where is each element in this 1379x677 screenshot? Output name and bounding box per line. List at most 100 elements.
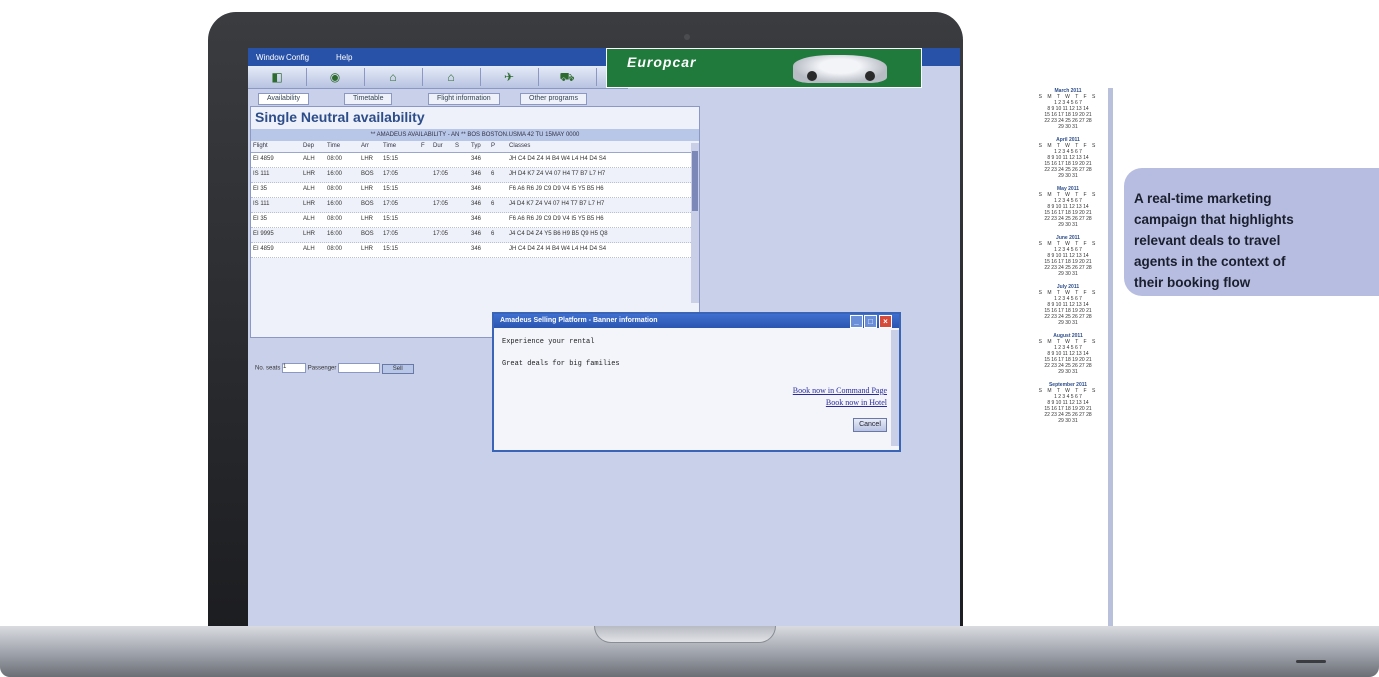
menu-help[interactable]: Help — [336, 53, 352, 62]
table-cell: 6 — [491, 171, 495, 177]
toolbar-home-icon[interactable]: ◧ — [248, 68, 307, 86]
calendar-week[interactable]: 29 30 31 — [1028, 369, 1108, 375]
col-typ: Typ — [471, 143, 481, 149]
col-f: F — [421, 143, 425, 149]
toolbar-house-icon[interactable]: ⌂ — [422, 68, 481, 86]
table-cell: 346 — [471, 201, 482, 207]
popup-title: Amadeus Selling Platform - Banner inform… — [500, 317, 658, 324]
table-row[interactable]: EI 9995 LHR 16:00 BOS 17:05 17:05 346 6 J4 C4 D4… — [251, 228, 691, 243]
popup-line-2: Great deals for big families — [502, 360, 620, 368]
calendar-week[interactable]: 29 30 31 — [1028, 124, 1108, 130]
calendar-month: September 2011 S M T W T F S1 2 3 4 5 6 7… — [1028, 382, 1108, 424]
table-row[interactable]: EI 4859 ALH 08:00 LHR 15:15 346 JH C4 D4 Z4 I4… — [251, 243, 691, 258]
toolbar-hotel-icon[interactable]: ⌂ — [364, 68, 423, 86]
table-cell: LHR — [361, 246, 374, 252]
tab-strip: Availability Timetable Flight informatio… — [258, 93, 618, 105]
callout-text: A real-time marketing campaign that high… — [1134, 191, 1294, 290]
table-row[interactable]: IS 111 LHR 16:00 BOS 17:05 17:05 346 6 J4 D4 K7 … — [251, 198, 691, 213]
col-flight: Flight — [253, 143, 268, 149]
col-dep-time: Time — [327, 143, 341, 149]
laptop-led — [1296, 660, 1326, 663]
screen: Window Config Help ◧ ◉ ⌂ ⌂ ✈ ⛟ Europcar … — [248, 48, 960, 628]
book-hotel-link[interactable]: Book now in Hotel — [826, 398, 887, 407]
table-cell: 17:05 — [383, 231, 399, 237]
table-cell: 16:00 — [327, 231, 343, 237]
table-cell: LHR — [303, 171, 316, 177]
minimize-icon[interactable]: _ — [850, 315, 863, 328]
table-cell: 346 — [471, 186, 482, 192]
tab-flight-information[interactable]: Flight information — [428, 93, 500, 105]
calendar-week[interactable]: 29 30 31 — [1028, 222, 1108, 228]
col-arr: Arr — [361, 143, 369, 149]
menu-config[interactable]: Config — [286, 53, 309, 62]
table-cell: BOS — [361, 201, 374, 207]
table-cell: 16:00 — [327, 171, 343, 177]
seats-input[interactable]: 1 — [282, 363, 307, 373]
car-wheel-icon — [807, 71, 817, 81]
availability-title: Single Neutral availability — [255, 109, 425, 125]
toolbar: ◧ ◉ ⌂ ⌂ ✈ ⛟ — [248, 66, 628, 89]
toolbar-plane-icon[interactable]: ✈ — [480, 68, 539, 86]
table-cell: 15:15 — [383, 216, 399, 222]
calendar-week[interactable]: 29 30 31 — [1028, 271, 1108, 277]
scroll-thumb[interactable] — [692, 151, 698, 211]
table-cell: EI 35 — [253, 216, 268, 222]
tab-other-programs[interactable]: Other programs — [520, 93, 588, 105]
table-cell: BOS — [361, 231, 374, 237]
popup-line-1: Experience your rental — [502, 338, 595, 346]
sell-button[interactable]: Sell — [381, 363, 414, 374]
calendar-month: June 2011 S M T W T F S1 2 3 4 5 6 78 9 1… — [1028, 235, 1108, 277]
book-command-page-link[interactable]: Book now in Command Page — [793, 386, 887, 395]
table-cell: 15:15 — [383, 246, 399, 252]
table-cell: EI 4859 — [253, 246, 274, 252]
table-cell: 346 — [471, 231, 482, 237]
table-row[interactable]: EI 4859 ALH 08:00 LHR 15:15 346 JH C4 D4 Z4 I4… — [251, 153, 691, 168]
toolbar-globe-icon[interactable]: ◉ — [306, 68, 365, 86]
table-cell: 08:00 — [327, 246, 343, 252]
table-cell: 346 — [471, 171, 482, 177]
close-icon[interactable]: × — [879, 315, 892, 328]
table-row[interactable]: EI 35 ALH 08:00 LHR 15:15 346 F6 A6 R6 J9 C9 D… — [251, 183, 691, 198]
availability-rows: EI 4859 ALH 08:00 LHR 15:15 346 JH C4 D4 Z4 I4… — [251, 153, 691, 258]
col-dep: Dep — [303, 143, 315, 149]
availability-scrollbar[interactable] — [691, 143, 699, 303]
cancel-button[interactable]: Cancel — [853, 418, 887, 432]
calendar-month: August 2011 S M T W T F S1 2 3 4 5 6 78 9… — [1028, 333, 1108, 375]
table-cell: 08:00 — [327, 216, 343, 222]
table-cell: 15:15 — [383, 156, 399, 162]
maximize-icon[interactable]: □ — [864, 315, 877, 328]
calendar-month: March 2011 S M T W T F S1 2 3 4 5 6 78 9 … — [1028, 88, 1108, 130]
laptop-notch — [594, 626, 776, 643]
availability-columns: Flight Dep Time Arr Time F Dur S Typ P C… — [251, 143, 699, 153]
europcar-banner[interactable]: Europcar — [606, 48, 922, 88]
toolbar-car-icon[interactable]: ⛟ — [538, 68, 597, 86]
popup-scrollbar[interactable] — [891, 330, 899, 446]
tab-availability[interactable]: Availability — [258, 93, 309, 105]
table-cell: 15:15 — [383, 186, 399, 192]
camera-icon — [684, 34, 690, 40]
availability-footer: No. seats 1 Passenger Sell — [255, 363, 414, 374]
calendar-week[interactable]: 29 30 31 — [1028, 320, 1108, 326]
table-cell: LHR — [361, 216, 374, 222]
table-cell: LHR — [361, 156, 374, 162]
table-cell: IS 111 — [253, 171, 270, 177]
tab-timetable[interactable]: Timetable — [344, 93, 393, 105]
calendar-scrollbar[interactable] — [1108, 88, 1113, 628]
table-row[interactable]: EI 35 ALH 08:00 LHR 15:15 346 F6 A6 R6 J9 C9 D… — [251, 213, 691, 228]
table-cell: 346 — [471, 246, 482, 252]
calendar-week[interactable]: 29 30 31 — [1028, 173, 1108, 179]
passenger-input[interactable] — [338, 363, 381, 373]
table-cell: ALH — [303, 156, 315, 162]
table-cell: F6 A6 R6 J9 C9 D9 V4 I5 Y5 B5 H6 — [509, 186, 604, 192]
calendar-week[interactable]: 29 30 31 — [1028, 418, 1108, 424]
table-cell: BOS — [361, 171, 374, 177]
table-cell: 17:05 — [433, 231, 449, 237]
table-row[interactable]: IS 111 LHR 16:00 BOS 17:05 17:05 346 6 JH D4 K7 … — [251, 168, 691, 183]
menu-window[interactable]: Window — [256, 53, 284, 62]
table-cell: 08:00 — [327, 186, 343, 192]
car-wheel-icon — [865, 71, 875, 81]
table-cell: 6 — [491, 231, 495, 237]
table-cell: JH C4 D4 Z4 I4 B4 W4 L4 H4 D4 S4 — [509, 156, 607, 162]
popup-title-bar: Amadeus Selling Platform - Banner inform… — [494, 314, 899, 328]
table-cell: J4 D4 K7 Z4 V4 07 H4 T7 B7 L7 H7 — [509, 201, 605, 207]
